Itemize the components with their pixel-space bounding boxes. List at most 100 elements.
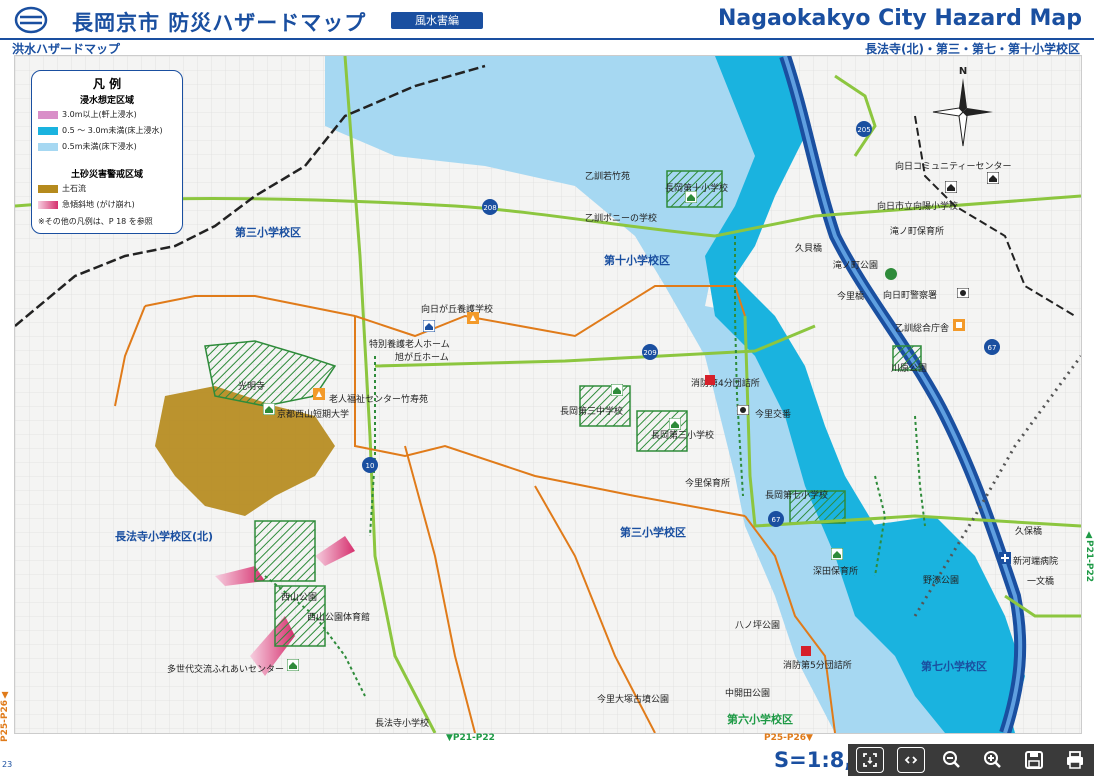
shelter-icon[interactable] <box>685 191 697 203</box>
print-icon <box>1067 751 1083 769</box>
route-shield-209: 209 <box>642 344 658 360</box>
page-ref-left[interactable]: P25-P26▲ <box>0 690 10 742</box>
police-icon[interactable] <box>957 288 969 298</box>
place-label: 消防第4分団詰所 <box>691 379 760 389</box>
category-badge: 風水害編 <box>391 12 483 29</box>
place-label: 深田保育所 <box>813 567 859 577</box>
place-label: 八ノ坪公園 <box>735 621 781 631</box>
shelter-hatch-nishiyama <box>254 520 316 582</box>
legend-swatch <box>38 126 58 135</box>
zone-label-6: 第六小学校区 <box>727 713 793 726</box>
fit-width-icon <box>904 756 918 764</box>
svg-text:10: 10 <box>366 462 375 470</box>
route-shield-205: 205 <box>856 121 872 137</box>
page-ref-right[interactable]: ▲P21-P22 <box>1084 530 1094 582</box>
place-label: 今里交番 <box>755 410 792 420</box>
legend-flood-item: 3.0m以上(軒上浸水) <box>38 109 137 120</box>
page-ref-bottom-orange[interactable]: P25-P26▼ <box>764 733 813 743</box>
zone-label-10: 第十小学校区 <box>604 254 670 267</box>
bridge-label: 久貝橋 <box>795 244 823 254</box>
viewer-toolbar <box>848 744 1094 776</box>
zone-label-3-south: 第三小学校区 <box>620 526 686 539</box>
shelter-icon[interactable] <box>669 418 681 430</box>
shelter-icon[interactable] <box>987 172 999 184</box>
place-label: 乙訓ポニーの学校 <box>585 214 658 224</box>
zoom-in-icon <box>984 751 1001 768</box>
place-label: 中開田公園 <box>725 689 771 699</box>
place-label: 西山公園体育館 <box>307 613 371 623</box>
zoom-out-icon <box>943 751 960 768</box>
place-label: 野添公園 <box>923 576 960 586</box>
fire-station-icon[interactable] <box>705 375 715 385</box>
place-label: 京都西山短期大学 <box>277 410 350 420</box>
place-label: 長岡第三中学校 <box>560 407 624 417</box>
disaster-center-icon[interactable] <box>885 268 897 280</box>
place-label: 滝ノ町公園 <box>833 261 879 271</box>
shelter-icon[interactable] <box>611 384 623 396</box>
fire-station-icon[interactable] <box>801 646 811 656</box>
svg-text:N: N <box>959 66 967 77</box>
zoom-in-button[interactable] <box>979 747 1007 773</box>
svg-text:208: 208 <box>483 204 496 212</box>
shelter-icon[interactable] <box>263 403 275 415</box>
shelter-icon[interactable] <box>287 659 299 671</box>
hospital-icon[interactable] <box>999 552 1011 564</box>
legend-landslide-item: 急傾斜地 (がけ崩れ) <box>38 199 135 210</box>
place-label: 老人福祉センター竹寿苑 <box>329 395 429 405</box>
welfare-icon[interactable] <box>423 320 435 332</box>
place-label: 光明寺 <box>238 382 266 392</box>
legend-swatch <box>38 184 58 193</box>
zone-label-7: 第七小学校区 <box>921 660 987 673</box>
police-box-icon[interactable] <box>737 405 749 415</box>
place-label: 乙訓若竹苑 <box>585 172 631 182</box>
fit-width-button[interactable] <box>897 747 925 773</box>
place-label: 多世代交流ふれあいセンター <box>167 665 285 675</box>
save-button[interactable] <box>1020 747 1048 773</box>
hazard-map[interactable]: 凡 例 浸水想定区域 3.0m以上(軒上浸水) 0.5 ～ 3.0m未満(床上浸… <box>14 55 1082 734</box>
government-office-icon[interactable] <box>953 319 965 331</box>
place-label: 乙訓総合庁舎 <box>895 324 950 334</box>
map-title-english: Nagaokakyo City Hazard Map <box>717 6 1082 31</box>
map-title-japanese: 長岡京市 防災ハザードマップ <box>72 11 367 35</box>
place-label: 向日市立向陽小学校 <box>877 202 959 212</box>
bridge-label: 今里橋 <box>837 292 865 302</box>
place-label: 川原公園 <box>891 364 928 374</box>
route-shield-67: 67 <box>768 511 784 527</box>
print-button[interactable] <box>1061 747 1091 773</box>
welfare-icon[interactable] <box>313 388 325 400</box>
place-label: 長岡第七小学校 <box>765 491 829 501</box>
route-shield-10: 10 <box>362 457 378 473</box>
shelter-icon[interactable] <box>945 181 957 193</box>
map-legend: 凡 例 浸水想定区域 3.0m以上(軒上浸水) 0.5 ～ 3.0m未満(床上浸… <box>31 70 183 234</box>
save-icon <box>1025 751 1043 769</box>
legend-swatch <box>38 142 58 151</box>
legend-flood-heading: 浸水想定区域 <box>79 96 134 106</box>
page-ref-bottom-green[interactable]: ▼P21-P22 <box>446 733 495 743</box>
legend-landslide-heading: 土砂災害警戒区域 <box>70 170 143 180</box>
place-label: 向日が丘養護学校 <box>421 305 494 315</box>
route-shield-67-east: 67 <box>984 339 1000 355</box>
place-label: 長岡第三小学校 <box>651 431 715 441</box>
legend-landslide-item: 土石流 <box>38 183 86 194</box>
place-label: 新河端病院 <box>1013 557 1059 567</box>
svg-text:67: 67 <box>988 344 997 352</box>
zoom-out-button[interactable] <box>938 747 966 773</box>
place-label: 向日町警察署 <box>883 291 938 301</box>
zone-label-chohoji: 長法寺小学校区(北) <box>115 530 214 543</box>
bridge-label: 一文橋 <box>1027 577 1055 587</box>
place-label: 長法寺小学校 <box>375 719 430 729</box>
legend-flood-item: 0.5 ～ 3.0m未満(床上浸水) <box>38 125 163 136</box>
page-number: 23 <box>2 760 13 769</box>
fit-page-button[interactable] <box>856 747 884 773</box>
city-logo-icon <box>14 6 48 34</box>
svg-text:209: 209 <box>643 349 656 357</box>
welfare-icon[interactable] <box>467 312 479 324</box>
svg-text:67: 67 <box>772 516 781 524</box>
map-header: 長岡京市 防災ハザードマップ 風水害編 Nagaokakyo City Haza… <box>0 0 1094 38</box>
shelter-icon[interactable] <box>831 548 843 560</box>
svg-text:205: 205 <box>857 126 870 134</box>
legend-swatch <box>38 200 58 209</box>
place-label: 向日コミュニティーセンター <box>895 162 1012 172</box>
place-label: 特別養護老人ホーム <box>369 340 450 350</box>
place-label: 今里大塚古墳公園 <box>597 695 670 705</box>
